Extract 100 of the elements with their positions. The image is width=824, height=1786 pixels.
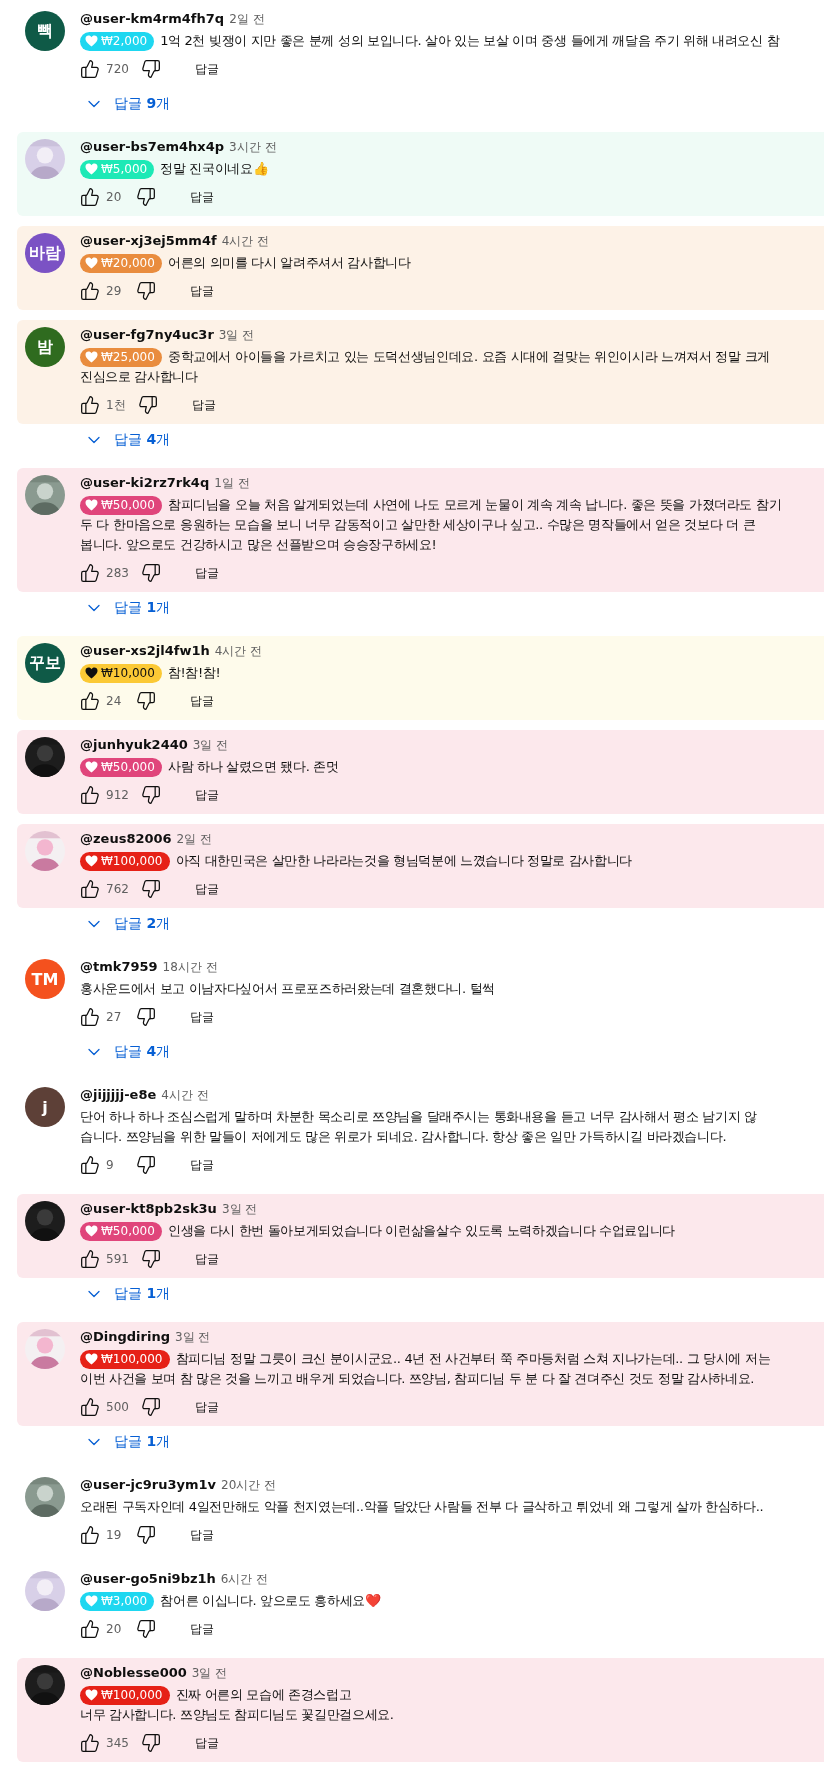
avatar[interactable]: 밤 bbox=[25, 327, 65, 367]
heart-icon bbox=[85, 351, 98, 363]
like-button[interactable] bbox=[80, 691, 100, 711]
dislike-button[interactable] bbox=[136, 1007, 156, 1027]
replies-button[interactable]: 답글 2개 bbox=[80, 910, 175, 942]
user-handle[interactable]: @zeus82006 bbox=[80, 831, 172, 846]
like-button[interactable] bbox=[80, 395, 100, 415]
like-button[interactable] bbox=[80, 1733, 100, 1753]
reply-button[interactable]: 답글 bbox=[184, 1152, 220, 1178]
user-handle[interactable]: @jijjjjj-e8e bbox=[80, 1087, 157, 1102]
reply-button[interactable]: 답글 bbox=[188, 782, 225, 808]
heart-icon bbox=[85, 761, 98, 773]
comment-time[interactable]: 20시간 전 bbox=[221, 1477, 277, 1494]
avatar[interactable]: 빽 bbox=[25, 11, 65, 51]
like-button[interactable] bbox=[80, 59, 100, 79]
dislike-button[interactable] bbox=[137, 395, 158, 415]
like-count: 29 bbox=[106, 284, 123, 298]
dislike-button[interactable] bbox=[136, 691, 156, 711]
reply-button[interactable]: 답글 bbox=[184, 1004, 220, 1030]
comment-time[interactable]: 4시간 전 bbox=[214, 643, 263, 660]
comment-time[interactable]: 4시간 전 bbox=[161, 1087, 209, 1104]
reply-button[interactable]: 답글 bbox=[188, 1730, 225, 1756]
reply-button[interactable]: 답글 bbox=[184, 1522, 220, 1548]
comment-time[interactable]: 18시간 전 bbox=[162, 959, 218, 976]
dislike-button[interactable] bbox=[140, 59, 161, 79]
heart-icon bbox=[85, 163, 98, 175]
dislike-button[interactable] bbox=[136, 1619, 156, 1639]
comment-time[interactable]: 3일 전 bbox=[218, 327, 255, 344]
like-button[interactable] bbox=[80, 563, 100, 583]
reply-button[interactable]: 답글 bbox=[188, 1246, 225, 1272]
comment-time[interactable]: 1일 전 bbox=[214, 475, 250, 492]
comment-time[interactable]: 3일 전 bbox=[175, 1329, 211, 1346]
dislike-button[interactable] bbox=[140, 785, 161, 805]
comment-text: 참어른 이십니다. 앞으로도 흥하세요❤ bbox=[160, 1592, 381, 1610]
reply-button[interactable]: 답글 bbox=[188, 560, 225, 586]
dislike-button[interactable] bbox=[140, 1397, 161, 1417]
reply-button[interactable]: 답글 bbox=[184, 184, 220, 210]
like-count: 24 bbox=[106, 694, 123, 708]
like-button[interactable] bbox=[80, 1619, 100, 1639]
user-handle[interactable]: @user-kt8pb2sk3u bbox=[80, 1201, 217, 1216]
replies-button[interactable]: 답글 4개 bbox=[80, 1038, 175, 1070]
replies-button[interactable]: 답글 9개 bbox=[80, 90, 175, 122]
replies-button[interactable]: 답글 1개 bbox=[80, 1280, 175, 1312]
comment-text: 진짜 어른의 모습에 존경스럽고 bbox=[175, 1686, 352, 1704]
reply-button[interactable]: 답글 bbox=[188, 1394, 225, 1420]
reply-button[interactable]: 답글 bbox=[188, 56, 225, 82]
replies-button[interactable]: 답글 1개 bbox=[80, 594, 175, 626]
reply-button[interactable]: 답글 bbox=[184, 1616, 220, 1642]
like-button[interactable] bbox=[80, 879, 100, 899]
like-count: 720 bbox=[106, 62, 129, 76]
comment-time[interactable]: 3일 전 bbox=[192, 737, 229, 754]
comment-text: 습니다. 쯔양님을 위한 말들이 저에게도 많은 위로가 되네요. 감사합니다. 항상 좋은 일만 가득하시길 바라겠습니다. bbox=[80, 1128, 727, 1146]
like-button[interactable] bbox=[80, 1249, 100, 1269]
comment-time[interactable]: 3일 전 bbox=[191, 1665, 228, 1682]
comment-text: 아직 대한민국은 살만한 나라라는것을 형님덕분에 느꼈습니다 정말로 감사합니다 bbox=[175, 852, 633, 870]
dislike-button[interactable] bbox=[140, 879, 161, 899]
like-button[interactable] bbox=[80, 785, 100, 805]
avatar[interactable]: 바람 bbox=[25, 233, 65, 273]
dislike-button[interactable] bbox=[136, 1525, 156, 1545]
comment-time[interactable]: 4시간 전 bbox=[221, 233, 270, 250]
user-handle[interactable]: @junhyuk2440 bbox=[80, 737, 188, 752]
dislike-button[interactable] bbox=[136, 187, 156, 207]
dislike-button[interactable] bbox=[140, 1733, 161, 1753]
reply-button[interactable]: 답글 bbox=[184, 278, 220, 304]
user-handle[interactable]: @user-bs7em4hx4p bbox=[80, 139, 225, 154]
replies-button[interactable]: 답글 4개 bbox=[80, 426, 175, 458]
comment-time[interactable]: 2일 전 bbox=[176, 831, 213, 848]
user-handle[interactable]: @user-xs2jl4fw1h bbox=[80, 643, 210, 658]
user-handle[interactable]: @user-fg7ny4uc3r bbox=[80, 327, 214, 342]
heart-icon bbox=[85, 1689, 98, 1701]
reply-button[interactable]: 답글 bbox=[188, 876, 225, 902]
dislike-button[interactable] bbox=[140, 563, 161, 583]
like-button[interactable] bbox=[80, 281, 100, 301]
like-button[interactable] bbox=[80, 1007, 100, 1027]
like-count: 762 bbox=[106, 882, 129, 896]
user-handle[interactable]: @Dingdiring bbox=[80, 1329, 170, 1344]
reply-button[interactable]: 답글 bbox=[185, 392, 222, 418]
user-handle[interactable]: @user-go5ni9bz1h bbox=[80, 1571, 216, 1586]
user-handle[interactable]: @Noblesse000 bbox=[80, 1665, 187, 1680]
comment-time[interactable]: 3시간 전 bbox=[229, 139, 277, 156]
dislike-button[interactable] bbox=[140, 1249, 161, 1269]
comment-time[interactable]: 2일 전 bbox=[229, 11, 265, 28]
user-handle[interactable]: @user-km4rm4fh7q bbox=[80, 11, 225, 26]
like-count: 27 bbox=[106, 1010, 123, 1024]
user-handle[interactable]: @user-ki2rz7rk4q bbox=[80, 475, 210, 490]
user-handle[interactable]: @user-jc9ru3ym1v bbox=[80, 1477, 217, 1492]
reply-button[interactable]: 답글 bbox=[184, 688, 220, 714]
like-button[interactable] bbox=[80, 1397, 100, 1417]
dislike-button[interactable] bbox=[136, 1155, 156, 1175]
comment-time[interactable]: 3일 전 bbox=[221, 1201, 258, 1218]
like-button[interactable] bbox=[80, 187, 100, 207]
comment-time[interactable]: 6시간 전 bbox=[220, 1571, 269, 1588]
user-handle[interactable]: @user-xj3ej5mm4f bbox=[80, 233, 217, 248]
avatar[interactable]: 꾸보 bbox=[25, 643, 65, 683]
like-button[interactable] bbox=[80, 1155, 100, 1175]
like-button[interactable] bbox=[80, 1525, 100, 1545]
replies-button[interactable]: 답글 1개 bbox=[80, 1428, 175, 1460]
dislike-button[interactable] bbox=[136, 281, 156, 301]
avatar[interactable]: j bbox=[25, 1087, 65, 1127]
user-handle[interactable]: @tmk7959 bbox=[80, 959, 158, 974]
